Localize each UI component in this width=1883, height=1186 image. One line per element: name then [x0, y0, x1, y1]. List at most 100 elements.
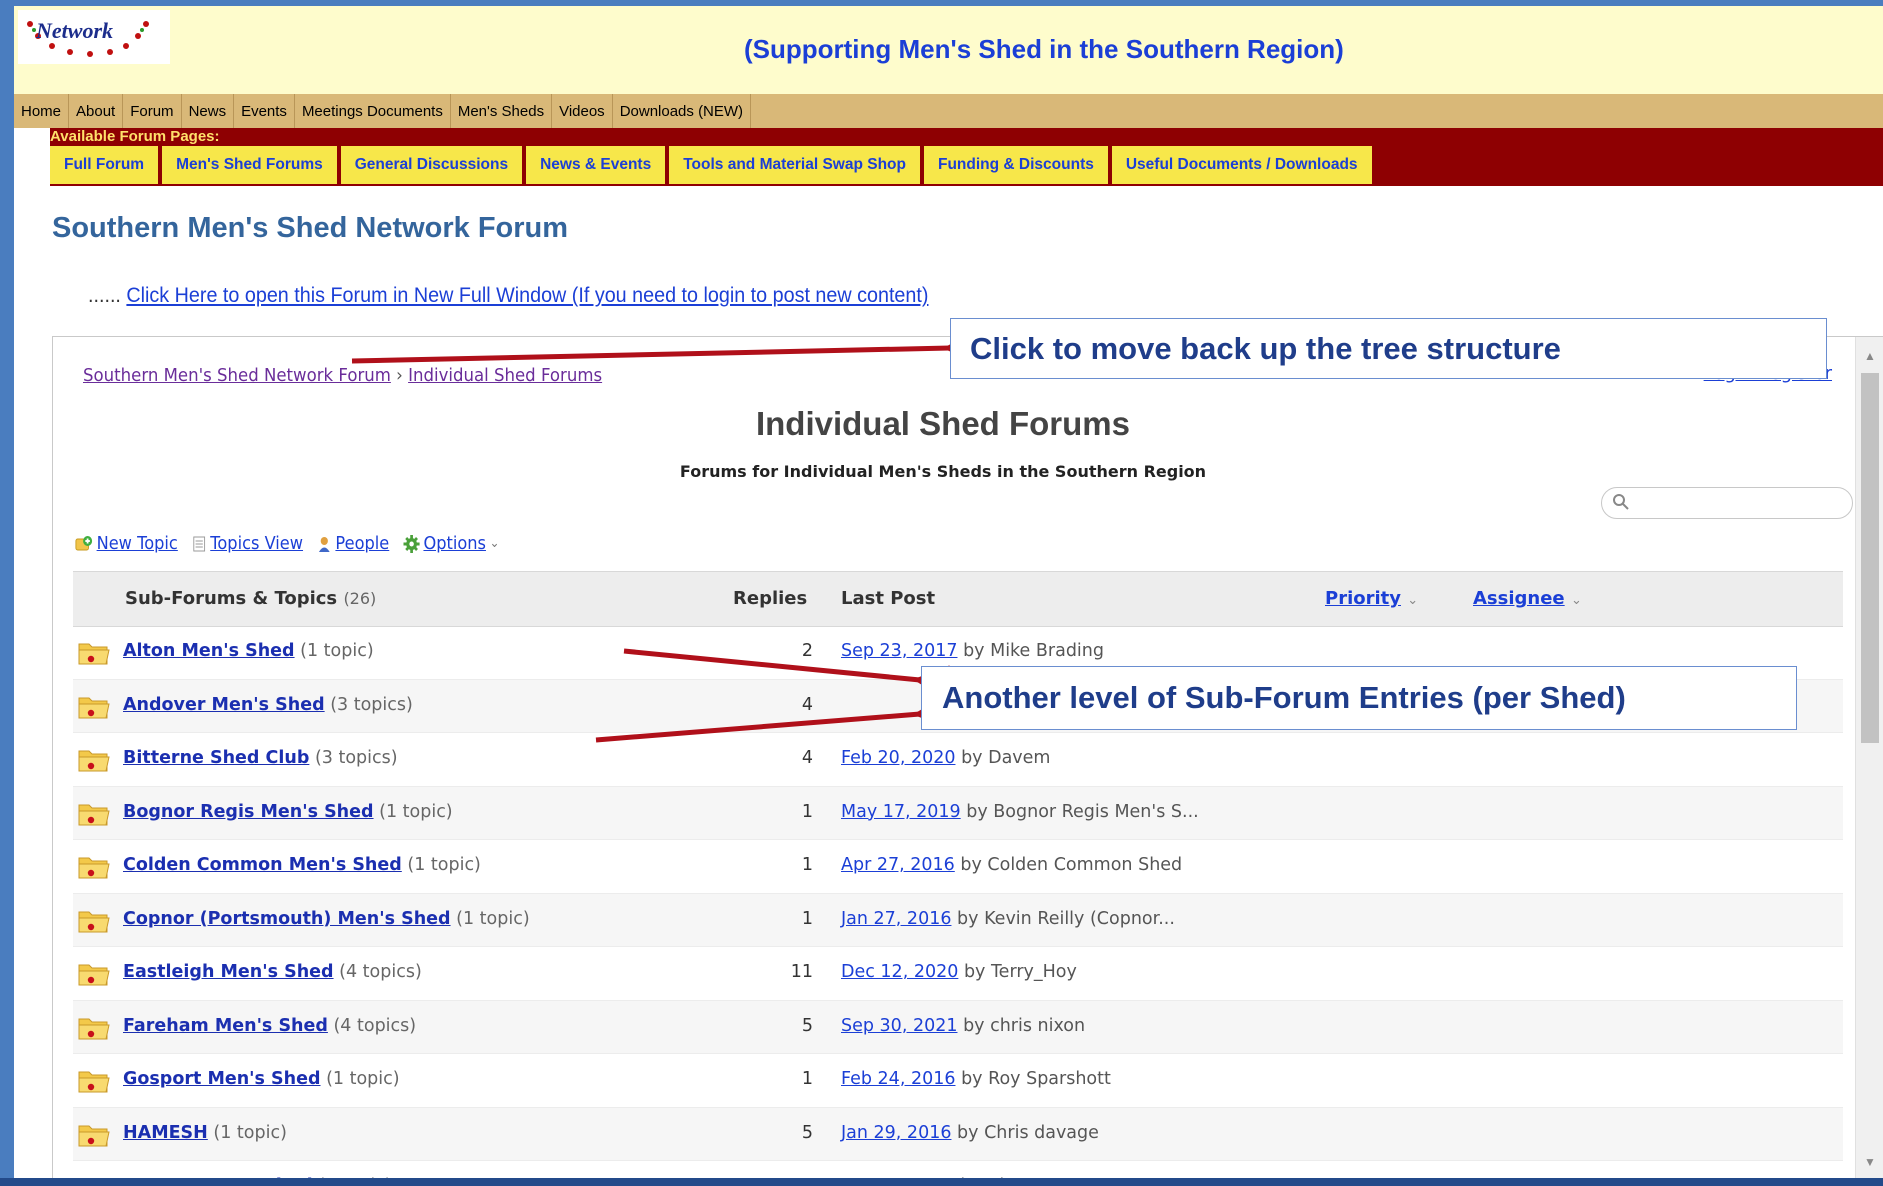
subforum-name: Bognor Regis Men's Shed (1 topic) [123, 802, 453, 822]
subforum-link[interactable]: Andover Men's Shed [123, 695, 325, 715]
page-title: Southern Men's Shed Network Forum [52, 212, 569, 244]
open-full-window-row: ...... Click Here to open this Forum in … [88, 284, 928, 308]
subforum-name: Eastleigh Men's Shed (4 topics) [123, 962, 422, 982]
menu-item-news[interactable]: News [182, 94, 235, 128]
scroll-up-arrow-icon[interactable]: ▲ [1856, 349, 1883, 369]
forum-tab-useful-documents[interactable]: Useful Documents / Downloads [1111, 146, 1372, 184]
last-post-date-link[interactable]: Jan 27, 2016 [841, 909, 951, 929]
folder-icon [78, 964, 110, 986]
reply-count: 5 [801, 1015, 813, 1036]
menu-item-forum[interactable]: Forum [123, 94, 182, 128]
search-input[interactable] [1638, 492, 1842, 514]
subforum-name: Gosport Men's Shed (1 topic) [123, 1069, 400, 1089]
options-button[interactable]: Options ⌄ [403, 533, 499, 554]
column-subforums-label: Sub-Forums & Topics [125, 588, 338, 609]
forum-tab-news-events[interactable]: News & Events [526, 146, 666, 184]
menu-item-events[interactable]: Events [234, 94, 295, 128]
table-row: Bitterne Shed Club (3 topics) 4 Feb 20, 20… [73, 733, 1843, 787]
column-priority[interactable]: Priority ⌄ [1325, 588, 1418, 609]
breadcrumb-root-link[interactable]: Southern Men's Shed Network Forum [83, 365, 391, 386]
scrollbar[interactable]: ▲ ▼ [1855, 337, 1883, 1186]
menu-item-meetings-documents[interactable]: Meetings Documents [295, 94, 451, 128]
folder-icon [78, 857, 110, 879]
options-link[interactable]: Options [423, 533, 486, 554]
open-full-window-link[interactable]: Click Here to open this Forum in New Ful… [126, 284, 928, 307]
last-post-date-link[interactable]: Sep 30, 2021 [841, 1016, 957, 1036]
subforum-link[interactable]: Gosport Men's Shed [123, 1069, 321, 1089]
subforum-link[interactable]: Copnor (Portsmouth) Men's Shed [123, 909, 451, 929]
subforum-link[interactable]: Eastleigh Men's Shed [123, 962, 334, 982]
subforum-link[interactable]: Bitterne Shed Club [123, 748, 309, 768]
column-replies: Replies [733, 588, 808, 609]
last-post-date-link[interactable]: Sep 23, 2017 [841, 641, 957, 661]
chevron-down-icon: ⌄ [1570, 593, 1582, 608]
site-logo[interactable]: Network [18, 10, 170, 64]
forum-frame: Southern Men's Shed Network Forum › Indi… [52, 336, 1883, 1186]
breadcrumb-separator: › [396, 365, 403, 386]
callout-tree-structure: Click to move back up the tree structure [950, 318, 1827, 379]
reply-count: 5 [801, 1122, 813, 1143]
forum-tab-mens-shed-forums[interactable]: Men's Shed Forums [162, 146, 337, 184]
table-row: HAMESH (1 topic) 5 Jan 29, 2016 by Chris d… [73, 1107, 1843, 1161]
topic-count: (4 topics) [333, 1015, 417, 1036]
subforum-name: Copnor (Portsmouth) Men's Shed (1 topic) [123, 909, 530, 929]
last-post-date-link[interactable]: Apr 27, 2016 [841, 855, 955, 875]
subforum-link[interactable]: Colden Common Men's Shed [123, 855, 402, 875]
last-post: Sep 23, 2017 by Mike Brading [841, 641, 1104, 661]
scrollbar-thumb[interactable] [1861, 373, 1879, 743]
forum-tab-full-forum[interactable]: Full Forum [50, 146, 159, 184]
folder-icon [78, 1125, 110, 1146]
subforum-link[interactable]: Alton Men's Shed [123, 641, 295, 661]
menu-item-videos[interactable]: Videos [552, 94, 613, 128]
folder-icon [78, 697, 110, 718]
last-post-author: by chris nixon [963, 1015, 1086, 1036]
last-post: May 17, 2019 by Bognor Regis Men's S... [841, 802, 1199, 822]
subforum-link[interactable]: Fareham Men's Shed [123, 1016, 328, 1036]
forum-toolbar: New Topic Topics View People Options ⌄ [75, 533, 514, 554]
folder-icon [78, 750, 110, 772]
new-topic-link[interactable]: New Topic [97, 533, 178, 554]
reply-count: 4 [801, 748, 813, 768]
table-row: Fareham Men's Shed (4 topics) 5 Sep 30, 20… [73, 1000, 1843, 1054]
subforum-name: HAMESH (1 topic) [123, 1123, 287, 1143]
site-header: Network (Supporting Men's Shed in the So… [14, 6, 1883, 94]
breadcrumb-current-link[interactable]: Individual Shed Forums [408, 365, 602, 386]
scroll-down-arrow-icon[interactable]: ▼ [1856, 1155, 1883, 1175]
main-menu: Home About Forum News Events Meetings Do… [14, 94, 1883, 128]
forum-heading: Individual Shed Forums [755, 405, 1131, 442]
last-post-author: by Kevin Reilly (Copnor... [957, 908, 1175, 929]
menu-item-about[interactable]: About [69, 94, 124, 128]
reply-count: 1 [801, 908, 813, 929]
menu-item-downloads[interactable]: Downloads (NEW) [613, 94, 752, 128]
last-post-date-link[interactable]: Feb 24, 2016 [841, 1069, 955, 1089]
last-post-date-link[interactable]: May 17, 2019 [841, 802, 961, 822]
last-post: Dec 12, 2020 by Terry_Hoy [841, 962, 1077, 982]
people-button[interactable]: People [317, 533, 389, 554]
subforum-link[interactable]: Bognor Regis Men's Shed [123, 802, 374, 822]
menu-item-home[interactable]: Home [14, 94, 70, 128]
subforum-link[interactable]: HAMESH [123, 1123, 208, 1143]
people-link[interactable]: People [335, 533, 389, 554]
column-assignee[interactable]: Assignee ⌄ [1473, 588, 1582, 609]
priority-sort-link[interactable]: Priority [1325, 588, 1401, 609]
forum-tab-funding-discounts[interactable]: Funding & Discounts [924, 146, 1108, 184]
last-post-date-link[interactable]: Feb 20, 2020 [841, 748, 955, 768]
topics-view-link[interactable]: Topics View [210, 533, 303, 554]
topics-view-button[interactable]: Topics View [192, 533, 303, 554]
column-subforums: Sub-Forums & Topics (26) [125, 588, 376, 609]
last-post-date-link[interactable]: Dec 12, 2020 [841, 962, 958, 982]
forum-tab-general-discussions[interactable]: General Discussions [340, 146, 523, 184]
menu-item-mens-sheds[interactable]: Men's Sheds [451, 94, 553, 128]
table-row: Gosport Men's Shed (1 topic) 1 Feb 24, 201… [73, 1054, 1843, 1108]
table-row: Copnor (Portsmouth) Men's Shed (1 topic)… [73, 893, 1843, 947]
new-topic-button[interactable]: New Topic [75, 533, 178, 554]
topic-count: (1 topic) [407, 855, 481, 875]
forum-tab-swap-shop[interactable]: Tools and Material Swap Shop [669, 146, 920, 184]
page: Network (Supporting Men's Shed in the So… [14, 6, 1883, 1186]
assignee-sort-link[interactable]: Assignee [1473, 588, 1565, 609]
folder-icon [78, 1018, 110, 1039]
search-box[interactable] [1601, 487, 1853, 519]
open-link-prefix: ...... [88, 284, 121, 307]
forum-subheading: Forums for Individual Men's Sheds in the… [679, 462, 1207, 481]
last-post-date-link[interactable]: Jan 29, 2016 [841, 1123, 951, 1143]
